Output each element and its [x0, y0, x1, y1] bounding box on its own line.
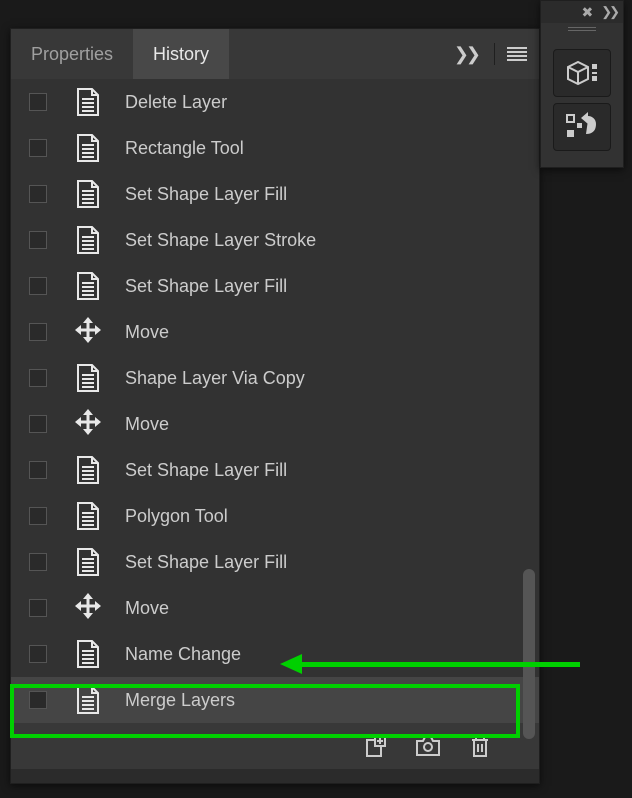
3d-panel-icon[interactable]: [553, 49, 611, 97]
history-state-label: Set Shape Layer Stroke: [125, 230, 316, 251]
document-icon: [75, 685, 101, 715]
history-state-label: Name Change: [125, 644, 241, 665]
move-icon: [75, 409, 101, 439]
history-state-row[interactable]: Rectangle Tool: [11, 125, 539, 171]
history-state-row[interactable]: Set Shape Layer Fill: [11, 171, 539, 217]
history-state-checkbox[interactable]: [29, 553, 47, 571]
history-state-row[interactable]: Move: [11, 585, 539, 631]
collapse-panel-icon[interactable]: ❯❯: [450, 40, 482, 69]
history-state-checkbox[interactable]: [29, 691, 47, 709]
history-state-label: Merge Layers: [125, 690, 235, 711]
side-panel-grip[interactable]: [541, 23, 623, 37]
history-state-row[interactable]: Set Shape Layer Fill: [11, 263, 539, 309]
history-state-label: Move: [125, 322, 169, 343]
history-state-checkbox[interactable]: [29, 645, 47, 663]
history-state-checkbox[interactable]: [29, 323, 47, 341]
history-state-label: Set Shape Layer Fill: [125, 184, 287, 205]
panel-menu-icon[interactable]: [507, 47, 527, 61]
expand-panel-icon[interactable]: ❯❯: [601, 4, 617, 20]
history-state-row[interactable]: Shape Layer Via Copy: [11, 355, 539, 401]
history-state-row[interactable]: Polygon Tool: [11, 493, 539, 539]
document-icon: [75, 639, 101, 669]
scrollbar-thumb[interactable]: [523, 569, 535, 739]
history-state-checkbox[interactable]: [29, 415, 47, 433]
history-state-row[interactable]: Name Change: [11, 631, 539, 677]
history-state-row[interactable]: Set Shape Layer Stroke: [11, 217, 539, 263]
history-state-checkbox[interactable]: [29, 277, 47, 295]
document-icon: [75, 455, 101, 485]
document-icon: [75, 271, 101, 301]
history-state-row[interactable]: Merge Layers: [11, 677, 539, 723]
history-list: Delete Layer Rectangle Tool Set Shape Laye…: [11, 79, 539, 723]
snapshot-icon[interactable]: [415, 735, 441, 757]
history-state-checkbox[interactable]: [29, 139, 47, 157]
history-state-checkbox[interactable]: [29, 369, 47, 387]
history-state-checkbox[interactable]: [29, 185, 47, 203]
history-state-label: Set Shape Layer Fill: [125, 460, 287, 481]
close-panel-icon[interactable]: ✖: [581, 4, 593, 21]
history-state-label: Rectangle Tool: [125, 138, 244, 159]
history-state-row[interactable]: Delete Layer: [11, 79, 539, 125]
divider: [494, 43, 495, 65]
tab-bar: Properties History ❯❯: [11, 29, 539, 79]
document-icon: [75, 225, 101, 255]
move-icon: [75, 317, 101, 347]
document-icon: [75, 501, 101, 531]
panel-footer: [11, 723, 539, 769]
panel-resize-edge[interactable]: [11, 769, 539, 783]
history-state-label: Delete Layer: [125, 92, 227, 113]
tab-properties[interactable]: Properties: [11, 29, 133, 79]
history-undo-icon[interactable]: [553, 103, 611, 151]
history-state-checkbox[interactable]: [29, 599, 47, 617]
delete-state-icon[interactable]: [469, 734, 491, 758]
document-icon: [75, 133, 101, 163]
document-icon: [75, 87, 101, 117]
history-state-label: Set Shape Layer Fill: [125, 552, 287, 573]
new-document-from-state-icon[interactable]: [363, 734, 387, 758]
move-icon: [75, 593, 101, 623]
history-state-row[interactable]: Set Shape Layer Fill: [11, 539, 539, 585]
side-panel-header: ✖ ❯❯: [541, 1, 623, 23]
history-state-checkbox[interactable]: [29, 231, 47, 249]
history-panel: Properties History ❯❯ Delete Layer Rectan…: [10, 28, 540, 784]
history-state-checkbox[interactable]: [29, 461, 47, 479]
history-state-label: Move: [125, 598, 169, 619]
history-state-row[interactable]: Move: [11, 401, 539, 447]
history-state-row[interactable]: Move: [11, 309, 539, 355]
tab-history[interactable]: History: [133, 29, 229, 79]
document-icon: [75, 363, 101, 393]
history-state-checkbox[interactable]: [29, 93, 47, 111]
history-state-label: Polygon Tool: [125, 506, 228, 527]
history-state-label: Move: [125, 414, 169, 435]
history-state-row[interactable]: Set Shape Layer Fill: [11, 447, 539, 493]
history-state-label: Shape Layer Via Copy: [125, 368, 305, 389]
side-panel: ✖ ❯❯: [540, 0, 624, 168]
history-state-label: Set Shape Layer Fill: [125, 276, 287, 297]
history-state-checkbox[interactable]: [29, 507, 47, 525]
document-icon: [75, 547, 101, 577]
document-icon: [75, 179, 101, 209]
